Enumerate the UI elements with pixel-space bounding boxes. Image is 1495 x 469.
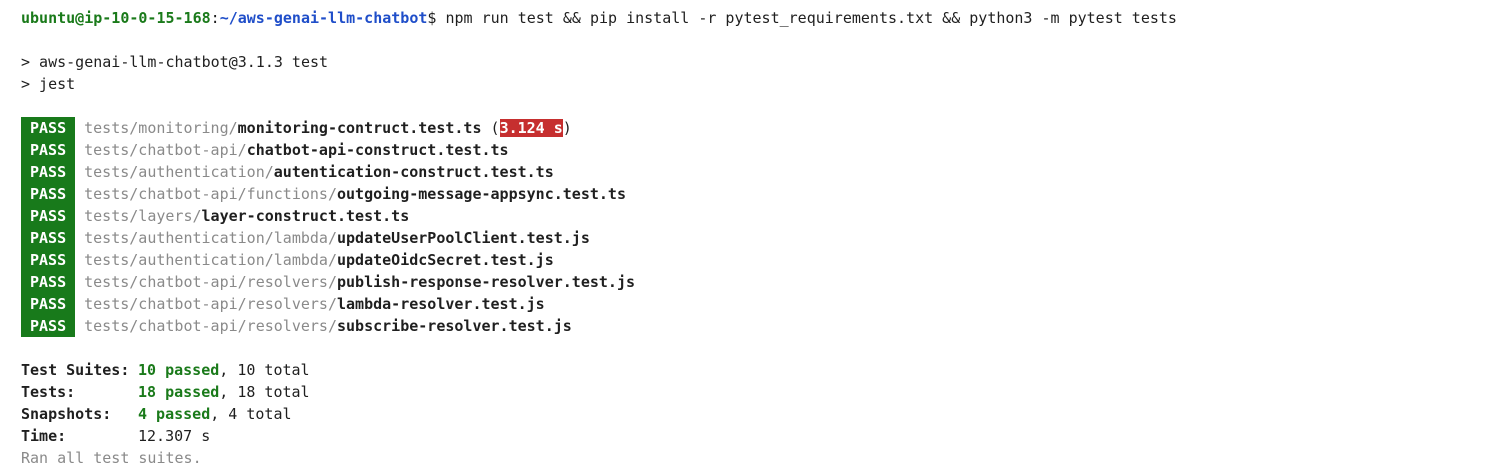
pass-badge: PASS [21, 271, 76, 293]
pass-badge: PASS [21, 227, 76, 249]
test-file: chatbot-api-construct.test.ts [246, 141, 509, 159]
test-dir: tests/authentication/ [84, 163, 274, 181]
summary-time: Time: 12.307 s [21, 425, 1495, 447]
terminal-output[interactable]: ubuntu@ip-10-0-15-168:~/aws-genai-llm-ch… [21, 7, 1495, 469]
script-line: > jest [21, 75, 76, 93]
test-dir: tests/chatbot-api/resolvers/ [84, 273, 337, 291]
test-dir: tests/monitoring/ [84, 119, 238, 137]
pass-badge: PASS [21, 161, 76, 183]
summary-total: , 10 total [219, 361, 310, 379]
test-file: lambda-resolver.test.js [337, 295, 545, 313]
pass-badge: PASS [21, 205, 76, 227]
command-line: ubuntu@ip-10-0-15-168:~/aws-genai-llm-ch… [21, 7, 1495, 29]
test-file: updateOidcSecret.test.js [337, 251, 554, 269]
summary-footer: Ran all test suites. [21, 449, 202, 467]
test-result-row: PASS tests/authentication/lambda/updateOi… [21, 249, 1495, 271]
pass-badge: PASS [21, 139, 76, 161]
pass-badge: PASS [21, 183, 76, 205]
summary-snapshots: Snapshots: 4 passed, 4 total [21, 403, 1495, 425]
test-result-row: PASS tests/monitoring/monitoring-contruct… [21, 117, 1495, 139]
test-dir: tests/authentication/lambda/ [84, 229, 337, 247]
pass-badge: PASS [21, 117, 76, 139]
summary-passed: 4 passed [138, 405, 211, 423]
summary-label: Test Suites: [21, 361, 130, 379]
summary-total: , 18 total [219, 383, 310, 401]
prompt-user-host: ubuntu@ip-10-0-15-168 [21, 9, 211, 27]
summary-tests: Tests: 18 passed, 18 total [21, 381, 1495, 403]
test-file: publish-response-resolver.test.js [337, 273, 636, 291]
prompt-path: ~/aws-genai-llm-chatbot [219, 9, 428, 27]
pass-badge: PASS [21, 249, 76, 271]
pass-badge: PASS [21, 293, 76, 315]
test-result-row: PASS tests/chatbot-api/chatbot-api-constr… [21, 139, 1495, 161]
summary-passed: 18 passed [138, 383, 220, 401]
test-result-row: PASS tests/chatbot-api/resolvers/lambda-r… [21, 293, 1495, 315]
summary-passed: 10 passed [138, 361, 220, 379]
test-file: autentication-construct.test.ts [273, 163, 554, 181]
prompt-colon: : [210, 9, 220, 27]
test-dir: tests/chatbot-api/resolvers/ [84, 295, 337, 313]
pass-badge: PASS [21, 315, 76, 337]
summary-suites: Test Suites: 10 passed, 10 total [21, 359, 1495, 381]
summary-label: Time: [21, 427, 67, 445]
test-file: updateUserPoolClient.test.js [337, 229, 590, 247]
test-result-row: PASS tests/authentication/autentication-c… [21, 161, 1495, 183]
test-dir: tests/layers/ [84, 207, 202, 225]
test-result-row: PASS tests/chatbot-api/resolvers/subscrib… [21, 315, 1495, 337]
test-result-row: PASS tests/authentication/lambda/updateUs… [21, 227, 1495, 249]
test-result-row: PASS tests/chatbot-api/functions/outgoing… [21, 183, 1495, 205]
test-dir: tests/chatbot-api/functions/ [84, 185, 337, 203]
test-dir: tests/authentication/lambda/ [84, 251, 337, 269]
slow-test-time: 3.124 s [499, 119, 563, 137]
test-file: layer-construct.test.ts [201, 207, 410, 225]
summary-total: , 4 total [210, 405, 292, 423]
summary-label: Snapshots: [21, 405, 112, 423]
test-file: monitoring-contruct.test.ts [237, 119, 482, 137]
command-text: npm run test && pip install -r pytest_re… [436, 9, 1177, 27]
test-dir: tests/chatbot-api/resolvers/ [84, 317, 337, 335]
summary-label: Tests: [21, 383, 76, 401]
summary-time-value: 12.307 s [138, 427, 211, 445]
test-file: outgoing-message-appsync.test.ts [337, 185, 626, 203]
test-dir: tests/chatbot-api/ [84, 141, 247, 159]
test-result-row: PASS tests/chatbot-api/resolvers/publish-… [21, 271, 1495, 293]
test-file: subscribe-resolver.test.js [337, 317, 572, 335]
script-line: > aws-genai-llm-chatbot@3.1.3 test [21, 53, 329, 71]
test-result-row: PASS tests/layers/layer-construct.test.ts [21, 205, 1495, 227]
